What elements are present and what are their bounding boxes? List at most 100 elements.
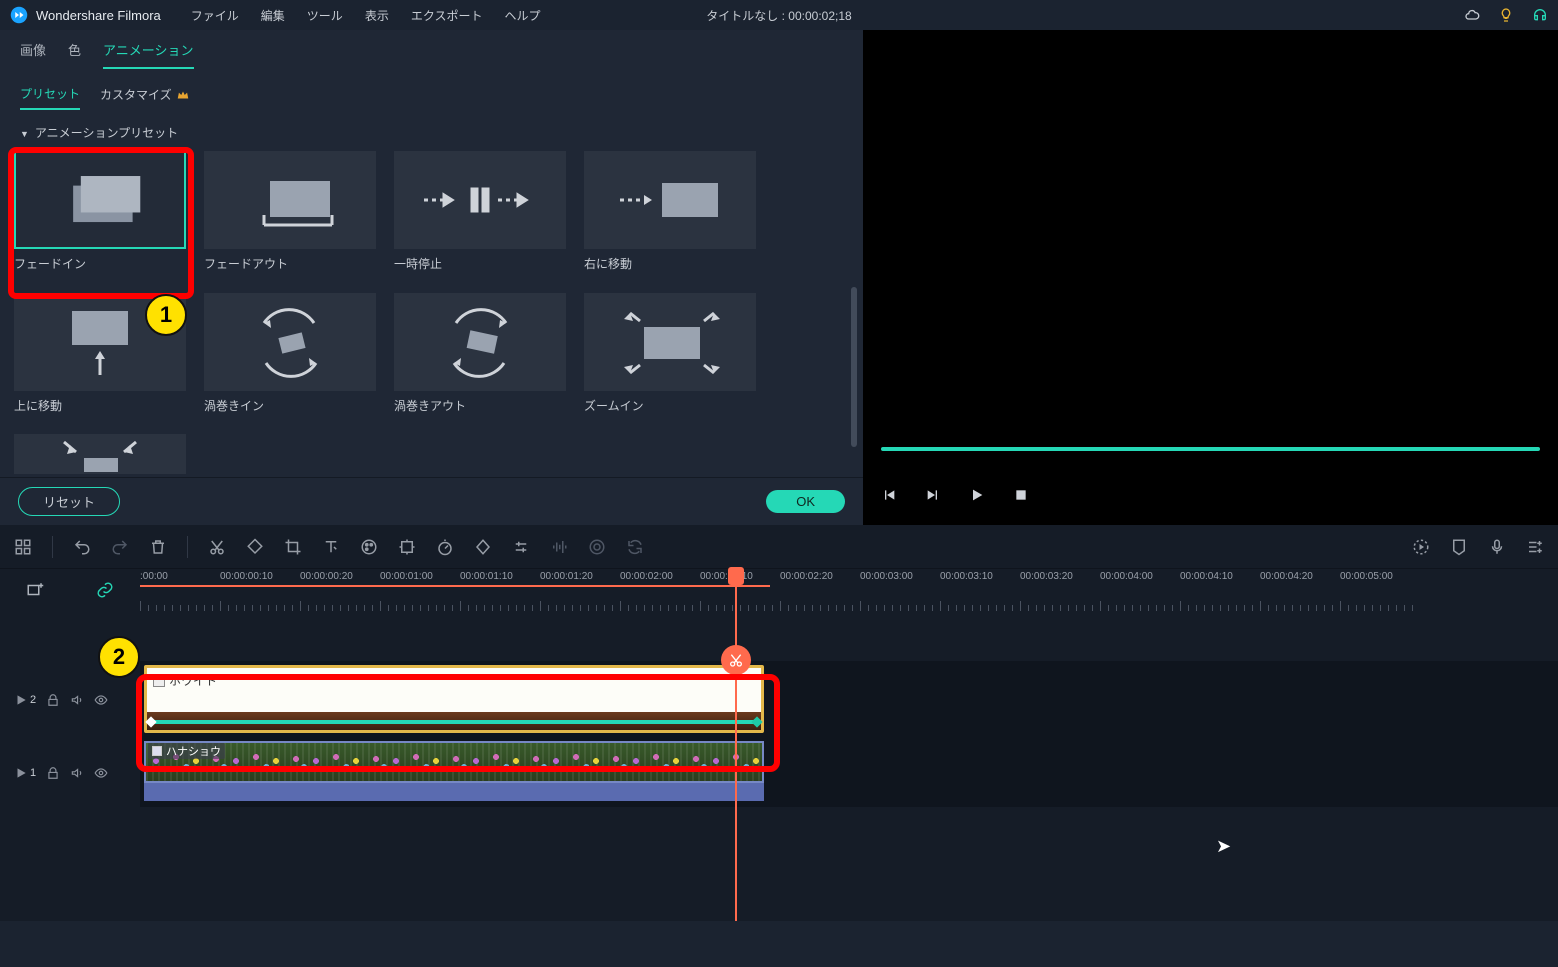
cloud-icon[interactable] xyxy=(1464,7,1480,23)
annotation-badge-2: 2 xyxy=(98,636,140,678)
subtab-customize-label: カスタマイズ xyxy=(100,86,172,103)
preset-label: フェードアウト xyxy=(204,255,376,272)
track-number: 2 xyxy=(30,694,36,706)
clip-white[interactable]: ホワイト xyxy=(144,665,764,733)
ruler-label: 00:00:00:20 xyxy=(300,571,380,582)
visibility-icon[interactable] xyxy=(94,766,108,780)
link-icon[interactable] xyxy=(96,581,114,599)
timeline-toolbar xyxy=(0,525,1558,569)
image-icon xyxy=(153,675,165,687)
ruler-label: 00:00:05:00 xyxy=(1340,571,1420,582)
preset-fade-out[interactable]: フェードアウト xyxy=(204,151,376,275)
keyframe-icon[interactable] xyxy=(474,538,492,556)
prev-frame-icon[interactable] xyxy=(881,487,897,503)
preset-grid: フェードイン フェードアウト 一時停止 右に移動 上に移動 xyxy=(0,147,863,477)
tab-color[interactable]: 色 xyxy=(68,40,81,69)
ruler-label: 00:00:00:10 xyxy=(220,571,300,582)
clip-hanashou[interactable]: ハナショウ xyxy=(144,741,764,803)
preset-pause[interactable]: 一時停止 xyxy=(394,151,566,275)
audio-mixer-icon[interactable] xyxy=(1526,538,1544,556)
preset-fade-in[interactable]: フェードイン xyxy=(14,151,186,275)
clip-label: ホワイト xyxy=(169,672,217,689)
tag-icon[interactable] xyxy=(246,538,264,556)
redo-icon[interactable] xyxy=(111,538,129,556)
image-icon xyxy=(152,746,162,756)
tab-animation[interactable]: アニメーション xyxy=(103,40,193,69)
text-icon[interactable] xyxy=(322,538,340,556)
play-icon[interactable] xyxy=(969,487,985,503)
ruler-label: 00:00:01:10 xyxy=(460,571,540,582)
ruler-label: 00:00:03:00 xyxy=(860,571,940,582)
lock-icon[interactable] xyxy=(46,693,60,707)
visibility-icon[interactable] xyxy=(94,693,108,707)
lock-icon[interactable] xyxy=(46,766,60,780)
menu-tools[interactable]: ツール xyxy=(307,7,343,24)
adjust-icon[interactable] xyxy=(512,538,530,556)
delete-icon[interactable] xyxy=(149,538,167,556)
properties-panel: 画像 色 アニメーション プリセット カスタマイズ ▼ アニメーションプリセット … xyxy=(0,30,863,525)
preset-move-right[interactable]: 右に移動 xyxy=(584,151,756,275)
stop-icon[interactable] xyxy=(1013,487,1029,503)
speed-icon[interactable] xyxy=(436,538,454,556)
audio-eq-icon[interactable] xyxy=(550,538,568,556)
ok-button[interactable]: OK xyxy=(766,490,845,513)
preset-zoom-in[interactable]: ズームイン xyxy=(584,293,756,417)
tracks: 2 ホワイト 1 xyxy=(0,611,1558,921)
mute-icon[interactable] xyxy=(70,766,84,780)
idea-icon[interactable] xyxy=(1498,7,1514,23)
preset-section-header[interactable]: ▼ アニメーションプリセット xyxy=(0,110,863,147)
track-1: 1 ハナショウ xyxy=(0,739,1558,807)
timeline-ruler[interactable]: :00:0000:00:00:1000:00:00:2000:00:01:000… xyxy=(140,569,1558,611)
subtab-preset[interactable]: プリセット xyxy=(20,85,80,110)
preset-scrollbar[interactable] xyxy=(851,287,857,417)
color-icon[interactable] xyxy=(360,538,378,556)
mute-icon[interactable] xyxy=(70,693,84,707)
audio-sync-icon[interactable] xyxy=(588,538,606,556)
preview-panel xyxy=(863,30,1558,525)
preset-section-title: アニメーションプリセット xyxy=(35,126,178,140)
property-tabs: 画像 色 アニメーション xyxy=(0,30,863,69)
playback-controls xyxy=(881,487,1029,503)
track-2: 2 ホワイト xyxy=(0,661,1558,739)
tracking-icon[interactable] xyxy=(398,538,416,556)
subtab-customize[interactable]: カスタマイズ xyxy=(100,85,190,110)
animation-subtabs: プリセット カスタマイズ xyxy=(0,69,863,110)
title-bar: Wondershare Filmora ファイル 編集 ツール 表示 エクスポー… xyxy=(0,0,1558,30)
split-icon[interactable] xyxy=(721,645,751,675)
preset-label: 一時停止 xyxy=(394,255,566,272)
preset-vortex-in[interactable]: 渦巻きイン xyxy=(204,293,376,417)
preset-label: 渦巻きアウト xyxy=(394,397,566,414)
voiceover-icon[interactable] xyxy=(1488,538,1506,556)
track-1-header[interactable]: 1 xyxy=(0,739,140,807)
marker-icon[interactable] xyxy=(1450,538,1468,556)
ruler-label: 00:00:01:20 xyxy=(540,571,620,582)
annotation-badge-1: 1 xyxy=(145,294,187,336)
menu-help[interactable]: ヘルプ xyxy=(504,7,540,24)
document-title: タイトルなし : 00:00:02;18 xyxy=(706,7,851,24)
preset-label: 右に移動 xyxy=(584,255,756,272)
preview-progress[interactable] xyxy=(881,447,1540,451)
panel-layout-icon[interactable] xyxy=(14,538,32,556)
menu-view[interactable]: 表示 xyxy=(365,7,389,24)
playhead[interactable] xyxy=(735,569,737,921)
render-preview-icon[interactable] xyxy=(1412,538,1430,556)
ruler-label: 00:00:03:10 xyxy=(940,571,1020,582)
clip-label: ハナショウ xyxy=(166,743,221,759)
add-track-icon[interactable] xyxy=(26,581,44,599)
preset-zoom-out[interactable] xyxy=(14,434,186,474)
preset-vortex-out[interactable]: 渦巻きアウト xyxy=(394,293,566,417)
crop-icon[interactable] xyxy=(284,538,302,556)
crown-icon xyxy=(176,88,190,102)
next-frame-icon[interactable] xyxy=(925,487,941,503)
render-icon[interactable] xyxy=(626,538,644,556)
support-icon[interactable] xyxy=(1532,7,1548,23)
menu-file[interactable]: ファイル xyxy=(191,7,239,24)
reset-button[interactable]: リセット xyxy=(18,487,120,516)
cut-icon[interactable] xyxy=(208,538,226,556)
chevron-down-icon: ▼ xyxy=(20,129,29,139)
menu-export[interactable]: エクスポート xyxy=(411,7,483,24)
menu-edit[interactable]: 編集 xyxy=(261,7,285,24)
app-name: Wondershare Filmora xyxy=(36,8,161,23)
tab-image[interactable]: 画像 xyxy=(20,40,46,69)
undo-icon[interactable] xyxy=(73,538,91,556)
